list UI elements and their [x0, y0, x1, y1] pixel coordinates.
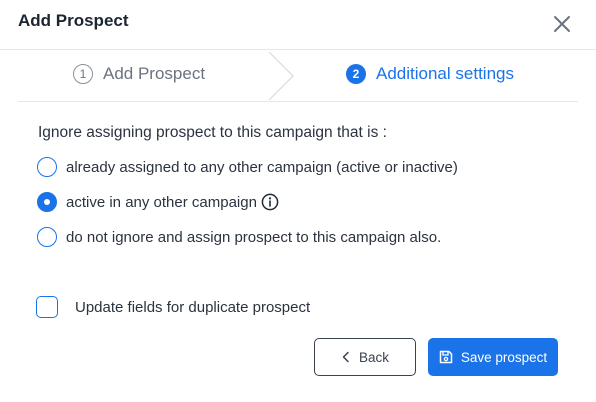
- update-fields-label: Update fields for duplicate prospect: [75, 298, 311, 316]
- option-label: already assigned to any other campaign (…: [66, 158, 458, 176]
- step-label: Additional settings: [376, 64, 514, 83]
- save-button-label: Save prospect: [460, 349, 548, 365]
- option-label: do not ignore and assign prospect to thi…: [66, 228, 442, 246]
- option-already-assigned[interactable]: already assigned to any other campaign (…: [37, 157, 458, 177]
- save-prospect-button[interactable]: Save prospect: [428, 338, 558, 376]
- radio-button-selected[interactable]: [37, 192, 57, 212]
- back-button[interactable]: Back: [314, 338, 416, 376]
- step-number: 1: [73, 64, 93, 84]
- step-add-prospect[interactable]: 1 Add Prospect: [73, 64, 205, 84]
- close-icon[interactable]: [551, 13, 573, 35]
- back-button-label: Back: [358, 349, 389, 365]
- step-separator-icon: [268, 51, 294, 101]
- save-icon: [439, 350, 453, 364]
- step-number: 2: [346, 64, 366, 84]
- info-icon[interactable]: [261, 193, 279, 211]
- stepper: 1 Add Prospect 2 Additional settings: [18, 50, 578, 102]
- radio-button[interactable]: [37, 227, 57, 247]
- update-fields-option[interactable]: Update fields for duplicate prospect: [36, 296, 310, 318]
- dialog-title: Add Prospect: [18, 11, 129, 30]
- option-label: active in any other campaign: [66, 193, 257, 211]
- option-active-in-other[interactable]: active in any other campaign: [37, 192, 279, 212]
- option-do-not-ignore[interactable]: do not ignore and assign prospect to thi…: [37, 227, 441, 247]
- chevron-left-icon: [342, 351, 349, 363]
- radio-button[interactable]: [37, 157, 57, 177]
- update-fields-checkbox[interactable]: [36, 296, 58, 318]
- dialog-header: Add Prospect: [0, 0, 596, 50]
- step-additional-settings[interactable]: 2 Additional settings: [346, 64, 514, 84]
- step-label: Add Prospect: [103, 64, 206, 83]
- ignore-question: Ignore assigning prospect to this campai…: [38, 124, 387, 141]
